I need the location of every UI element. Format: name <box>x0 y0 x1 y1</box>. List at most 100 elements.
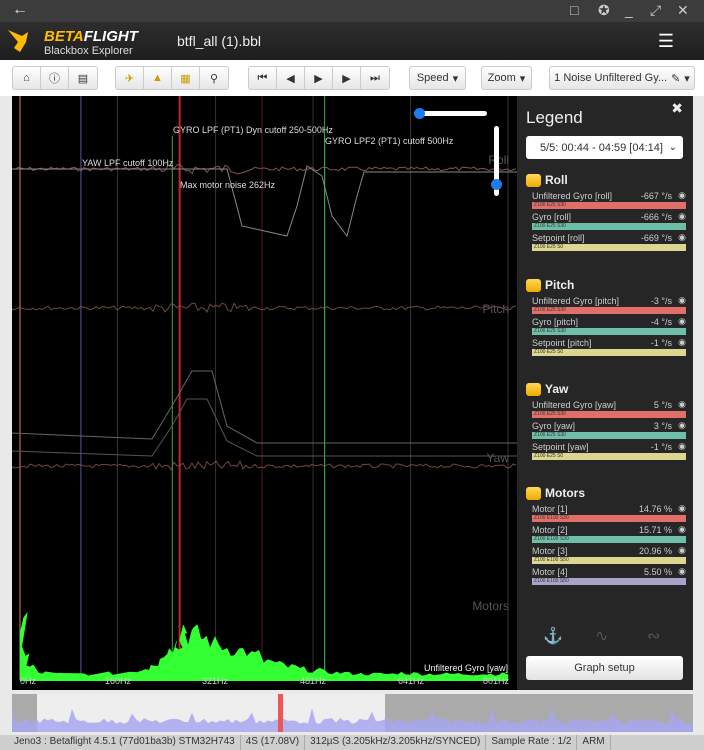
caret-down-icon: ▾ <box>684 72 690 85</box>
horizontal-zoom-slider[interactable] <box>414 108 487 119</box>
legend-item[interactable]: Setpoint [yaw] -1 °/s ◉ Z100 E25 S0 <box>526 441 686 460</box>
legend-item[interactable]: Motor [1] 14.76 % ◉ Z100 E100 S30 <box>526 503 686 522</box>
step-forward-icon[interactable]: ▶ <box>333 67 361 89</box>
status-sample-rate: Sample Rate : 1/2 <box>486 735 578 750</box>
close-icon[interactable]: ✖ <box>671 100 683 117</box>
status-firmware: Jeno3 : Betaflight 4.5.1 (77d01ba3b) STM… <box>0 735 241 750</box>
legend-item-scale-tag: Z100 E25 S30 <box>532 307 686 314</box>
craft-icon[interactable]: ▲ <box>144 67 172 89</box>
axis-label-yaw: Yaw <box>486 451 509 465</box>
eye-icon[interactable]: ◉ <box>678 545 686 556</box>
status-looptime: 312µS (3.205kHz/3.205kHz/SYNCED) <box>305 735 487 750</box>
app-header: BETAFLIGHT Blackbox Explorer btfl_all (1)… <box>0 22 704 60</box>
legend-item-value: -4 °/s <box>650 317 672 327</box>
legend-item[interactable]: Unfiltered Gyro [roll] -667 °/s ◉ Z100 E25 … <box>526 190 686 209</box>
close-icon[interactable]: ✕ <box>677 2 689 19</box>
legend-item[interactable]: Motor [2] 15.71 % ◉ Z100 E100 S30 <box>526 524 686 543</box>
eye-icon[interactable]: ◉ <box>678 232 686 243</box>
screenshot-icon[interactable]: □ <box>570 2 578 18</box>
info-icon[interactable]: ⓘ <box>41 67 69 89</box>
file-name: btfl_all (1).bbl <box>177 33 262 49</box>
legend-item-value: -1 °/s <box>650 442 672 452</box>
legend-item[interactable]: Gyro [pitch] -4 °/s ◉ Z100 E25 S30 <box>526 316 686 335</box>
legend-group-name: Yaw <box>545 382 569 396</box>
vertical-zoom-slider[interactable] <box>491 126 502 196</box>
eye-icon[interactable]: ◉ <box>678 337 686 348</box>
spectrum-graph[interactable]: YAW LPF cutoff 100Hz GYRO LPF (PT1) Dyn … <box>12 96 517 690</box>
play-icon[interactable]: ▶ <box>305 67 333 89</box>
gyro-lpf2-annotation: GYRO LPF2 (PT1) cutoff 500Hz <box>325 136 454 146</box>
log-range-select[interactable]: 5/5: 00:44 - 04:59 [04:14] ⌄ <box>526 136 683 159</box>
status-bar: Jeno3 : Betaflight 4.5.1 (77d01ba3b) STM… <box>0 735 704 750</box>
pin-icon[interactable]: ✪ <box>598 2 610 19</box>
minimize-icon[interactable]: _ <box>625 2 633 18</box>
eye-icon[interactable]: ◉ <box>678 190 686 201</box>
maximize-icon[interactable]: ⤢ <box>650 2 661 19</box>
toolbar: ⌂ ⓘ ▤ ✈ ▲ ▦ ⚲ ⏮ ◀ ▶ ▶ ⏭ Speed ▾ Zoom ▾ 1 N… <box>0 60 704 96</box>
brand-flight: FLIGHT <box>83 28 138 45</box>
pencil-icon[interactable]: ✎ <box>671 72 680 85</box>
graph-setup-button[interactable]: Graph setup <box>526 656 683 680</box>
legend-group-pitch: Pitch Unfiltered Gyro [pitch] -3 °/s ◉ Z100 … <box>526 277 686 356</box>
legend-item-scale-tag: Z100 E100 S30 <box>532 515 686 522</box>
legend-item-value: -1 °/s <box>650 338 672 348</box>
anchor-icon[interactable]: ⚓ <box>543 626 563 646</box>
legend-item[interactable]: Motor [4] 5.50 % ◉ Z100 E100 S50 <box>526 566 686 585</box>
graph-config-dropdown[interactable]: 1 Noise Unfiltered Gy... ✎ ▾ <box>549 66 695 90</box>
legend-panel: Legend ✖ 5/5: 00:44 - 04:59 [04:14] ⌄ Rol… <box>517 96 693 690</box>
gyro-trace <box>12 302 517 313</box>
legend-group-yaw: Yaw Unfiltered Gyro [yaw] 5 °/s ◉ Z100 E25 S… <box>526 381 686 460</box>
playhead-marker[interactable] <box>278 694 283 732</box>
eye-icon[interactable]: ◉ <box>678 503 686 514</box>
legend-item[interactable]: Unfiltered Gyro [pitch] -3 °/s ◉ Z100 E25 S… <box>526 295 686 314</box>
legend-item[interactable]: Gyro [roll] -666 °/s ◉ Z100 E25 S30 <box>526 211 686 230</box>
legend-item[interactable]: Setpoint [roll] -669 °/s ◉ Z100 E25 S0 <box>526 232 686 251</box>
zoom-dropdown[interactable]: Zoom ▾ <box>481 66 532 90</box>
eye-icon[interactable]: ◉ <box>678 441 686 452</box>
timeline-overview <box>12 694 693 732</box>
log-timeline[interactable] <box>12 694 693 732</box>
eye-icon[interactable]: ◉ <box>678 420 686 431</box>
legend-group-header[interactable]: Motors <box>526 485 686 501</box>
eye-icon[interactable]: ◉ <box>678 399 686 410</box>
log-range-value: 5/5: 00:44 - 04:59 [04:14] <box>540 141 663 154</box>
sticks-icon[interactable]: ▦ <box>172 67 200 89</box>
folder-icon <box>526 382 541 396</box>
eye-icon[interactable]: ◉ <box>678 295 686 306</box>
legend-item[interactable]: Setpoint [pitch] -1 °/s ◉ Z100 E25 S0 <box>526 337 686 356</box>
spectrum-icon[interactable]: ∿ <box>595 626 608 646</box>
x-tick: 321Hz <box>202 676 229 686</box>
eye-icon[interactable]: ◉ <box>678 316 686 327</box>
legend-title: Legend <box>526 108 583 127</box>
hamburger-menu-icon[interactable]: ☰ <box>658 31 674 52</box>
legend-item[interactable]: Unfiltered Gyro [yaw] 5 °/s ◉ Z100 E25 S30 <box>526 399 686 418</box>
jump-start-icon[interactable]: ⏮ <box>249 67 277 89</box>
arrow-left-icon[interactable]: ← <box>12 1 28 19</box>
status-arm: ARM <box>577 735 611 750</box>
legend-item[interactable]: Gyro [yaw] 3 °/s ◉ Z100 E25 S30 <box>526 420 686 439</box>
status-battery: 4S (17.08V) <box>241 735 306 750</box>
jump-end-icon[interactable]: ⏭ <box>361 67 389 89</box>
eye-icon[interactable]: ◉ <box>678 566 686 577</box>
video-icon[interactable]: ✈ <box>116 67 144 89</box>
legend-item-value: 20.96 % <box>638 546 672 556</box>
eye-icon[interactable]: ◉ <box>678 524 686 535</box>
legend-group-header[interactable]: Pitch <box>526 277 686 293</box>
legend-group-name: Roll <box>545 173 568 187</box>
step-back-icon[interactable]: ◀ <box>277 67 305 89</box>
speed-dropdown[interactable]: Speed ▾ <box>409 66 466 90</box>
sine-wave-icon[interactable]: ∾ <box>647 626 660 646</box>
home-icon[interactable]: ⌂ <box>13 67 41 89</box>
log-icon[interactable]: ▤ <box>69 67 97 89</box>
legend-item-value: 5.50 % <box>643 567 672 577</box>
legend-item-value: -667 °/s <box>640 191 672 201</box>
map-marker-icon[interactable]: ⚲ <box>200 67 228 89</box>
speed-label: Speed <box>416 72 449 84</box>
legend-item[interactable]: Motor [3] 20.96 % ◉ Z100 E100 S50 <box>526 545 686 564</box>
legend-group-header[interactable]: Yaw <box>526 381 686 397</box>
x-tick: 801Hz <box>483 676 510 686</box>
eye-icon[interactable]: ◉ <box>678 211 686 222</box>
gyro-lpf-annotation: GYRO LPF (PT1) Dyn cutoff 250-500Hz <box>173 125 333 135</box>
legend-group-header[interactable]: Roll <box>526 172 686 188</box>
legend-item-scale-tag: Z100 E25 S0 <box>532 244 686 251</box>
